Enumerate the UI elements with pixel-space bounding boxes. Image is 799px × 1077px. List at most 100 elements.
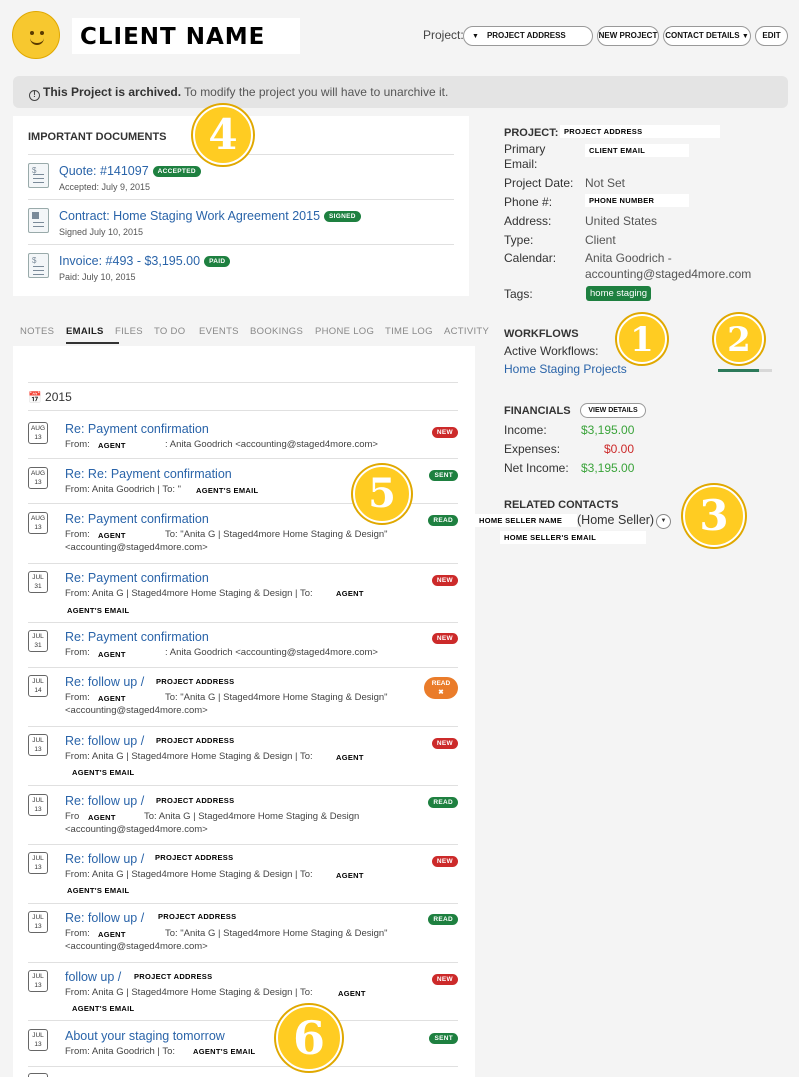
income-value: $3,195.00 — [581, 423, 635, 437]
home-seller-email-box: HOME SELLER'S EMAIL — [500, 531, 646, 544]
tag-home-staging[interactable]: home staging — [586, 286, 652, 301]
email-from-rest: To: "Anita G | Staged4more Home Staging … — [165, 928, 388, 939]
document-quote[interactable]: $ Quote: #141097 ACCEPTED Accepted: July … — [28, 154, 454, 199]
project-address-box: PROJECT ADDRESS — [131, 971, 216, 982]
document-title[interactable]: Contract: Home Staging Work Agreement 20… — [59, 209, 320, 223]
email-row[interactable]: JUL 13 follow up / PROJECT ADDRESS From: … — [28, 970, 458, 1020]
date-icon — [28, 1073, 48, 1077]
email-row[interactable]: JUL 13 About your staging tomorrow From: … — [28, 1029, 458, 1069]
calendar-label: Calendar: — [504, 251, 557, 265]
email-from: From: — [65, 647, 90, 658]
year-header: 📅 2015 — [28, 390, 72, 404]
date-icon: AUG 13 — [28, 422, 48, 444]
workflow-link[interactable]: Home Staging Projects — [504, 362, 627, 376]
divider — [28, 667, 458, 668]
email-subject[interactable]: Re: Payment confirmation — [65, 512, 209, 526]
caret-down-icon: ▼ — [741, 33, 749, 40]
email-row[interactable]: JUL 31 Re: Payment confirmation From: Ani… — [28, 571, 458, 621]
agent-email-box: AGENT'S EMAIL — [69, 1003, 138, 1014]
project-select[interactable]: ▼ PROJECT ADDRESS — [463, 26, 593, 46]
agent-box: AGENT — [335, 988, 369, 999]
divider — [28, 458, 458, 459]
tab-to-do[interactable]: TO DO — [154, 326, 185, 337]
email-subject[interactable]: Re: follow up / — [65, 734, 144, 748]
email-subject[interactable]: Re: Re: Payment confirmation — [65, 467, 232, 481]
divider — [28, 622, 458, 623]
document-title[interactable]: Quote: #141097 — [59, 164, 149, 178]
avatar[interactable] — [12, 11, 60, 59]
avatar-smile — [30, 38, 44, 45]
chevron-down-icon[interactable]: ▼ — [656, 514, 671, 529]
email-subject[interactable]: Re: follow up / — [65, 852, 144, 866]
email-subject[interactable]: Re: Payment confirmation — [65, 571, 209, 585]
email-from: From: — [65, 692, 90, 703]
address-label: Address: — [504, 214, 552, 228]
invoice-document-icon: $ — [28, 253, 49, 278]
email-from: From: Anita Goodrich | To: — [65, 1046, 176, 1057]
email-from: Fro — [65, 811, 80, 822]
workflow-progress-fill — [718, 369, 759, 372]
tab-notes[interactable]: NOTES — [20, 326, 54, 337]
date-icon: AUG 13 — [28, 512, 48, 534]
project-select-value: PROJECT ADDRESS — [486, 31, 566, 40]
date-icon: JUL 13 — [28, 852, 48, 874]
email-subject[interactable]: Re: follow up / — [65, 911, 144, 925]
workflow-progress-bar — [718, 369, 772, 372]
agent-box: AGENT — [95, 649, 129, 660]
divider — [28, 563, 458, 564]
view-details-button[interactable]: VIEW DETAILS — [580, 403, 646, 418]
email-label: Email: — [504, 157, 538, 171]
email-subject[interactable]: Re: follow up / — [65, 794, 144, 808]
phone-label: Phone #: — [504, 195, 553, 209]
email-subject[interactable]: Re: follow up / — [65, 675, 144, 689]
edit-button[interactable]: EDIT — [755, 26, 788, 46]
tab-bookings[interactable]: BOOKINGS — [250, 326, 303, 337]
project-address-box: PROJECT ADDRESS — [560, 125, 720, 138]
active-workflows-label: Active Workflows: — [504, 344, 599, 358]
close-icon: ✖ — [438, 689, 444, 696]
calendar-icon: 📅 — [28, 392, 42, 404]
quote-document-icon: $ — [28, 163, 49, 188]
email-subject[interactable]: follow up / — [65, 970, 121, 984]
document-contract[interactable]: Contract: Home Staging Work Agreement 20… — [28, 199, 454, 244]
tab-events[interactable]: EVENTS — [199, 326, 239, 337]
agent-email-box: AGENT'S EMAIL — [190, 1046, 259, 1057]
email-subject[interactable]: Re: Payment confirmation — [65, 630, 209, 644]
agent-email-box: AGENT'S EMAIL — [64, 605, 133, 616]
marker-4: 4 — [193, 105, 253, 165]
document-invoice[interactable]: $ Invoice: #493 - $3,195.00 PAID Paid: Ju… — [28, 244, 454, 289]
date-icon: JUL 13 — [28, 970, 48, 992]
home-seller-name-box[interactable]: HOME SELLER NAME — [475, 514, 577, 527]
status-badge: NEW — [431, 427, 458, 438]
email-from-rest: To: "Anita G | Staged4more Home Staging … — [165, 692, 388, 703]
email-subject[interactable]: Re: Payment confirmation — [65, 422, 209, 436]
tab-time-log[interactable]: TIME LOG — [385, 326, 433, 337]
email-row[interactable]: JUL 13 Re: follow up / PROJECT ADDRESS Fr… — [28, 852, 458, 902]
tab-phone-log[interactable]: PHONE LOG — [315, 326, 374, 337]
marker-1: 1 — [617, 314, 667, 364]
email-subject[interactable]: About your staging tomorrow — [65, 1029, 225, 1043]
tab-emails[interactable]: EMAILS — [66, 326, 104, 337]
email-row[interactable]: JUL 13 Re: follow up / PROJECT ADDRESS Fr… — [28, 911, 458, 963]
document-subtitle: Signed July 10, 2015 — [59, 227, 144, 237]
email-row[interactable]: JUL 13 Re: follow up / PROJECT ADDRESS Fr… — [28, 734, 458, 784]
status-badge[interactable]: READ ✖ — [424, 677, 458, 699]
agent-box: AGENT — [95, 440, 129, 451]
agent-box: AGENT — [333, 752, 367, 763]
new-project-button[interactable]: NEW PROJECT — [597, 26, 659, 46]
status-badge: READ — [428, 797, 458, 808]
related-role: (Home Seller) — [577, 513, 655, 527]
agent-box: AGENT — [333, 870, 367, 881]
date-icon: JUL 13 — [28, 1029, 48, 1051]
project-address-box: PROJECT ADDRESS — [153, 795, 238, 806]
document-title[interactable]: Invoice: #493 - $3,195.00 — [59, 254, 200, 268]
contact-details-button[interactable]: CONTACT DETAILS ▼ — [663, 26, 751, 46]
project-address-box: PROJECT ADDRESS — [153, 676, 238, 687]
type-value: Client — [585, 233, 616, 247]
project-date-label: Project Date: — [504, 176, 574, 190]
income-label: Income: — [504, 423, 547, 437]
email-row[interactable]: JUL 13 Re: follow up / PROJECT ADDRESS Fr… — [28, 794, 458, 846]
email-row[interactable]: JUL 14 Re: follow up / PROJECT ADDRESS Fr… — [28, 675, 458, 727]
email-row[interactable]: JUL 31 Re: Payment confirmation From: AGE… — [28, 630, 458, 672]
tab-files[interactable]: FILES — [115, 326, 143, 337]
